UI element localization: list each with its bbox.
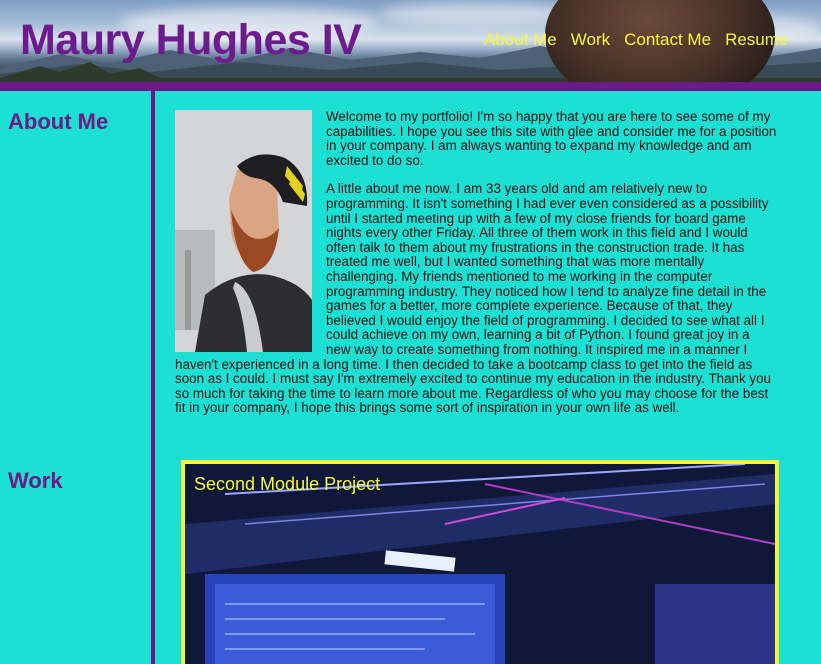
work-heading: Work xyxy=(8,468,63,493)
sidebar-divider xyxy=(151,91,155,664)
nav-link-resume[interactable]: Resume xyxy=(725,30,788,50)
header-banner: Maury Hughes IV About Me Work Contact Me… xyxy=(0,0,821,82)
profile-photo-image xyxy=(175,110,312,352)
about-section: Welcome to my portfolio! I'm so happy th… xyxy=(175,109,777,430)
header-divider xyxy=(0,82,821,91)
nav-link-work[interactable]: Work xyxy=(571,30,610,50)
site-title: Maury Hughes IV xyxy=(20,16,362,64)
project-title: Second Module Project xyxy=(194,474,381,494)
profile-photo xyxy=(175,110,312,352)
main-nav: About Me Work Contact Me Resume xyxy=(484,30,788,50)
nav-link-contact-me[interactable]: Contact Me xyxy=(624,30,711,50)
nav-link-about-me[interactable]: About Me xyxy=(484,30,557,50)
about-me-heading: About Me xyxy=(8,109,109,134)
project-card[interactable]: Second Module Project xyxy=(181,460,779,664)
